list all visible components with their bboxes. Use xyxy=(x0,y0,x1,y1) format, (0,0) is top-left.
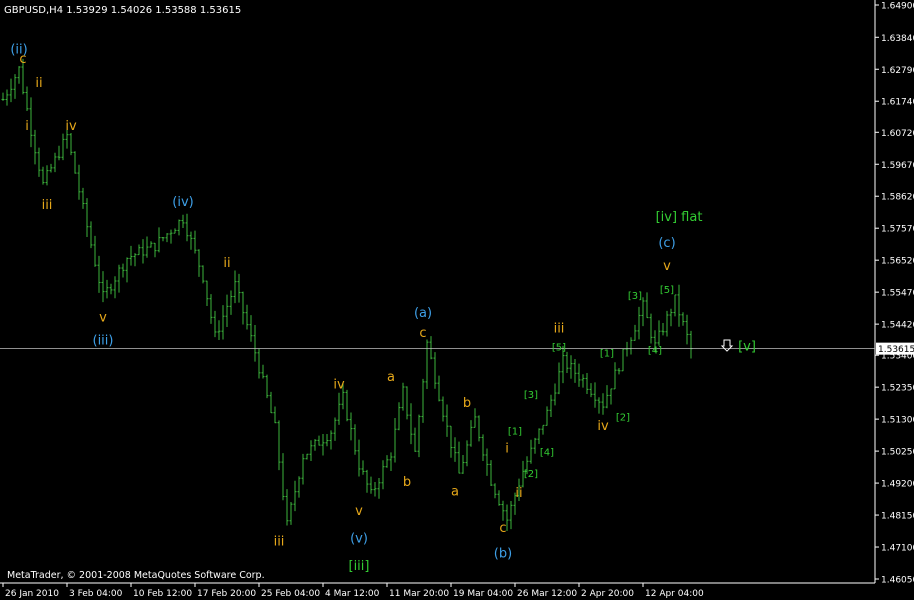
wave-label: (iv) xyxy=(172,195,193,210)
chart-background xyxy=(0,0,914,600)
chart-title: GBPUSD,H4 1.53929 1.54026 1.53588 1.5361… xyxy=(4,5,241,16)
price-tick-label: 1.46050 xyxy=(881,576,914,586)
price-tick-label: 1.63840 xyxy=(881,34,914,44)
wave-label: (v) xyxy=(350,531,368,546)
wave-label: c xyxy=(499,521,506,536)
wave-label: ii xyxy=(223,256,230,271)
wave-label: iii xyxy=(274,535,285,550)
wave-label: i xyxy=(25,119,29,134)
wave-label: a xyxy=(387,370,395,385)
price-tick-label: 1.64900 xyxy=(881,2,914,12)
price-tick-label: 1.59670 xyxy=(881,161,914,171)
price-tick-label: 1.57570 xyxy=(881,225,914,235)
time-tick-label: 2 Apr 20:00 xyxy=(581,589,634,599)
wave-label: [iv] flat xyxy=(656,210,703,225)
wave-label: iv xyxy=(65,119,77,134)
current-price-label: 1.53615 xyxy=(878,345,914,355)
time-tick-label: 17 Feb 20:00 xyxy=(197,589,256,599)
wave-label: iii xyxy=(42,198,53,213)
price-tick-label: 1.54420 xyxy=(881,321,914,331)
wave-label: c xyxy=(19,52,26,67)
wave-label: [5] xyxy=(660,285,674,296)
time-tick-label: 12 Apr 04:00 xyxy=(645,589,704,599)
wave-label: [iii] xyxy=(349,559,370,574)
wave-label: b xyxy=(463,396,471,411)
price-tick-label: 1.58620 xyxy=(881,193,914,203)
wave-label: a xyxy=(451,484,459,499)
wave-label: (b) xyxy=(494,547,512,562)
time-tick-label: 3 Feb 04:00 xyxy=(69,589,123,599)
wave-label: (c) xyxy=(658,236,675,251)
time-tick-label: 10 Feb 12:00 xyxy=(133,589,192,599)
wave-label: [1] xyxy=(508,426,522,437)
wave-label: ii xyxy=(35,76,42,91)
wave-label: [5] xyxy=(552,343,566,354)
wave-label: ii xyxy=(515,486,522,501)
wave-label: (a) xyxy=(414,306,432,321)
wave-label: iv xyxy=(597,419,609,434)
price-chart[interactable]: (ii)ciii iviii (iv)iiv(iii)iiiivv(v)[iii]a… xyxy=(0,0,914,600)
price-tick-label: 1.60720 xyxy=(881,129,914,139)
price-tick-label: 1.51300 xyxy=(881,416,914,426)
price-tick-label: 1.55470 xyxy=(881,289,914,299)
wave-label: [3] xyxy=(628,291,642,302)
price-tick-label: 1.47100 xyxy=(881,544,914,554)
price-tick-label: 1.56520 xyxy=(881,257,914,267)
wave-label: [4] xyxy=(540,448,554,459)
wave-label: [3] xyxy=(524,390,538,401)
wave-label: [v] xyxy=(738,340,756,355)
wave-label: v xyxy=(663,259,671,274)
price-tick-label: 1.50250 xyxy=(881,448,914,458)
price-tick-label: 1.61740 xyxy=(881,98,914,108)
price-tick-label: 1.52350 xyxy=(881,384,914,394)
price-tick-label: 1.48150 xyxy=(881,512,914,522)
time-tick-label: 26 Mar 12:00 xyxy=(517,589,577,599)
wave-label: v xyxy=(99,311,107,326)
wave-label: b xyxy=(403,475,411,490)
wave-label: [1] xyxy=(600,349,614,360)
wave-label: [4] xyxy=(648,346,662,357)
time-tick-label: 11 Mar 20:00 xyxy=(389,589,449,599)
price-tick-label: 1.62790 xyxy=(881,66,914,76)
wave-label: i xyxy=(505,442,509,457)
wave-label: [2] xyxy=(524,469,538,480)
copyright-text: MetaTrader, © 2001-2008 MetaQuotes Softw… xyxy=(7,570,265,581)
time-tick-label: 4 Mar 12:00 xyxy=(325,589,380,599)
wave-label: iii xyxy=(554,321,565,336)
wave-label: v xyxy=(355,504,363,519)
time-tick-label: 26 Jan 2010 xyxy=(5,589,59,599)
price-tick-label: 1.49200 xyxy=(881,480,914,490)
wave-label: (iii) xyxy=(93,334,114,349)
time-tick-label: 19 Mar 04:00 xyxy=(453,589,513,599)
time-tick-label: 25 Feb 04:00 xyxy=(261,589,320,599)
wave-label: c xyxy=(419,326,426,341)
wave-label: [2] xyxy=(616,413,630,424)
wave-label: iv xyxy=(333,378,345,393)
